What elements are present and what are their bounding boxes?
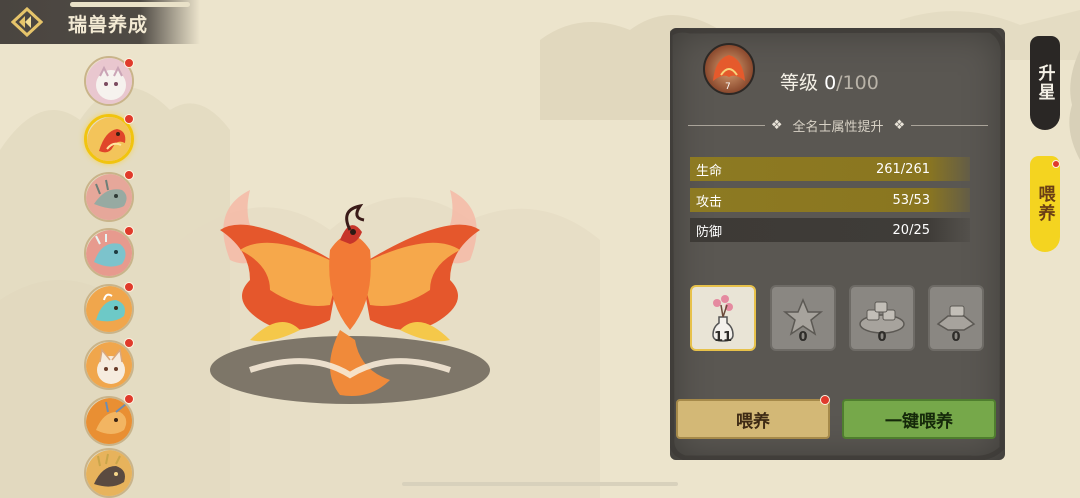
notification-dot: [124, 170, 134, 180]
auto-feed-button[interactable]: 一键喂养: [842, 399, 996, 439]
back-diamond-icon: [11, 7, 43, 37]
stat-label: 攻击: [696, 194, 723, 210]
feed-item-star-stone[interactable]: 0: [770, 285, 836, 351]
feed-button[interactable]: 喂养: [676, 399, 830, 439]
notification-dot: [124, 394, 134, 404]
item-count: 11: [713, 330, 733, 345]
stat-row-defense: 防御 20/25: [690, 218, 970, 242]
edge-decoration: [1069, 50, 1080, 160]
stat-row-attack: 攻击 53/53: [690, 188, 970, 212]
notification-dot: [124, 338, 134, 348]
back-button[interactable]: [10, 6, 44, 38]
diamond-ornament-icon: ❖: [770, 117, 783, 133]
home-indicator: [402, 482, 678, 486]
notification-dot: [124, 282, 134, 292]
avatar-star-count: 7: [725, 82, 731, 92]
tab-feed[interactable]: 喂养: [1030, 156, 1060, 252]
feed-item-flower-vase[interactable]: 11: [690, 285, 756, 351]
notification-dot: [124, 114, 134, 124]
stat-value: 20/25: [892, 222, 930, 238]
stat-value: 261/261: [875, 161, 930, 177]
feed-item-ingot[interactable]: 0: [928, 285, 984, 351]
phoenix-artwork: [210, 190, 490, 404]
item-count: 0: [877, 330, 887, 345]
top-indicator-line: [70, 2, 190, 7]
item-count: 0: [951, 330, 961, 345]
item-count: 0: [798, 330, 808, 345]
level-max: /100: [836, 72, 879, 94]
beast-golden-beast[interactable]: [84, 448, 134, 498]
diamond-ornament-icon: ❖: [893, 117, 906, 133]
stat-label: 生命: [696, 163, 723, 179]
page-title: 瑞兽养成: [68, 14, 149, 36]
notification-dot: [820, 395, 830, 405]
notification-dot: [124, 58, 134, 68]
notification-dot: [1052, 160, 1060, 168]
divider-line: [911, 124, 989, 126]
notification-dot: [124, 226, 134, 236]
tab-upgrade-star[interactable]: 升星: [1030, 36, 1060, 130]
attribute-divider: ❖ 全名士属性提升 ❖: [688, 116, 989, 135]
stat-label: 防御: [696, 224, 723, 240]
feed-item-food-plate[interactable]: 0: [849, 285, 915, 351]
level-current: 0: [824, 72, 837, 94]
divider-text: 全名士属性提升: [792, 119, 884, 135]
level-display: 等级 0/100: [780, 68, 879, 95]
level-label: 等级: [780, 72, 819, 94]
stat-row-hp: 生命 261/261: [690, 157, 970, 181]
divider-line: [688, 124, 765, 126]
stat-value: 53/53: [892, 192, 930, 208]
